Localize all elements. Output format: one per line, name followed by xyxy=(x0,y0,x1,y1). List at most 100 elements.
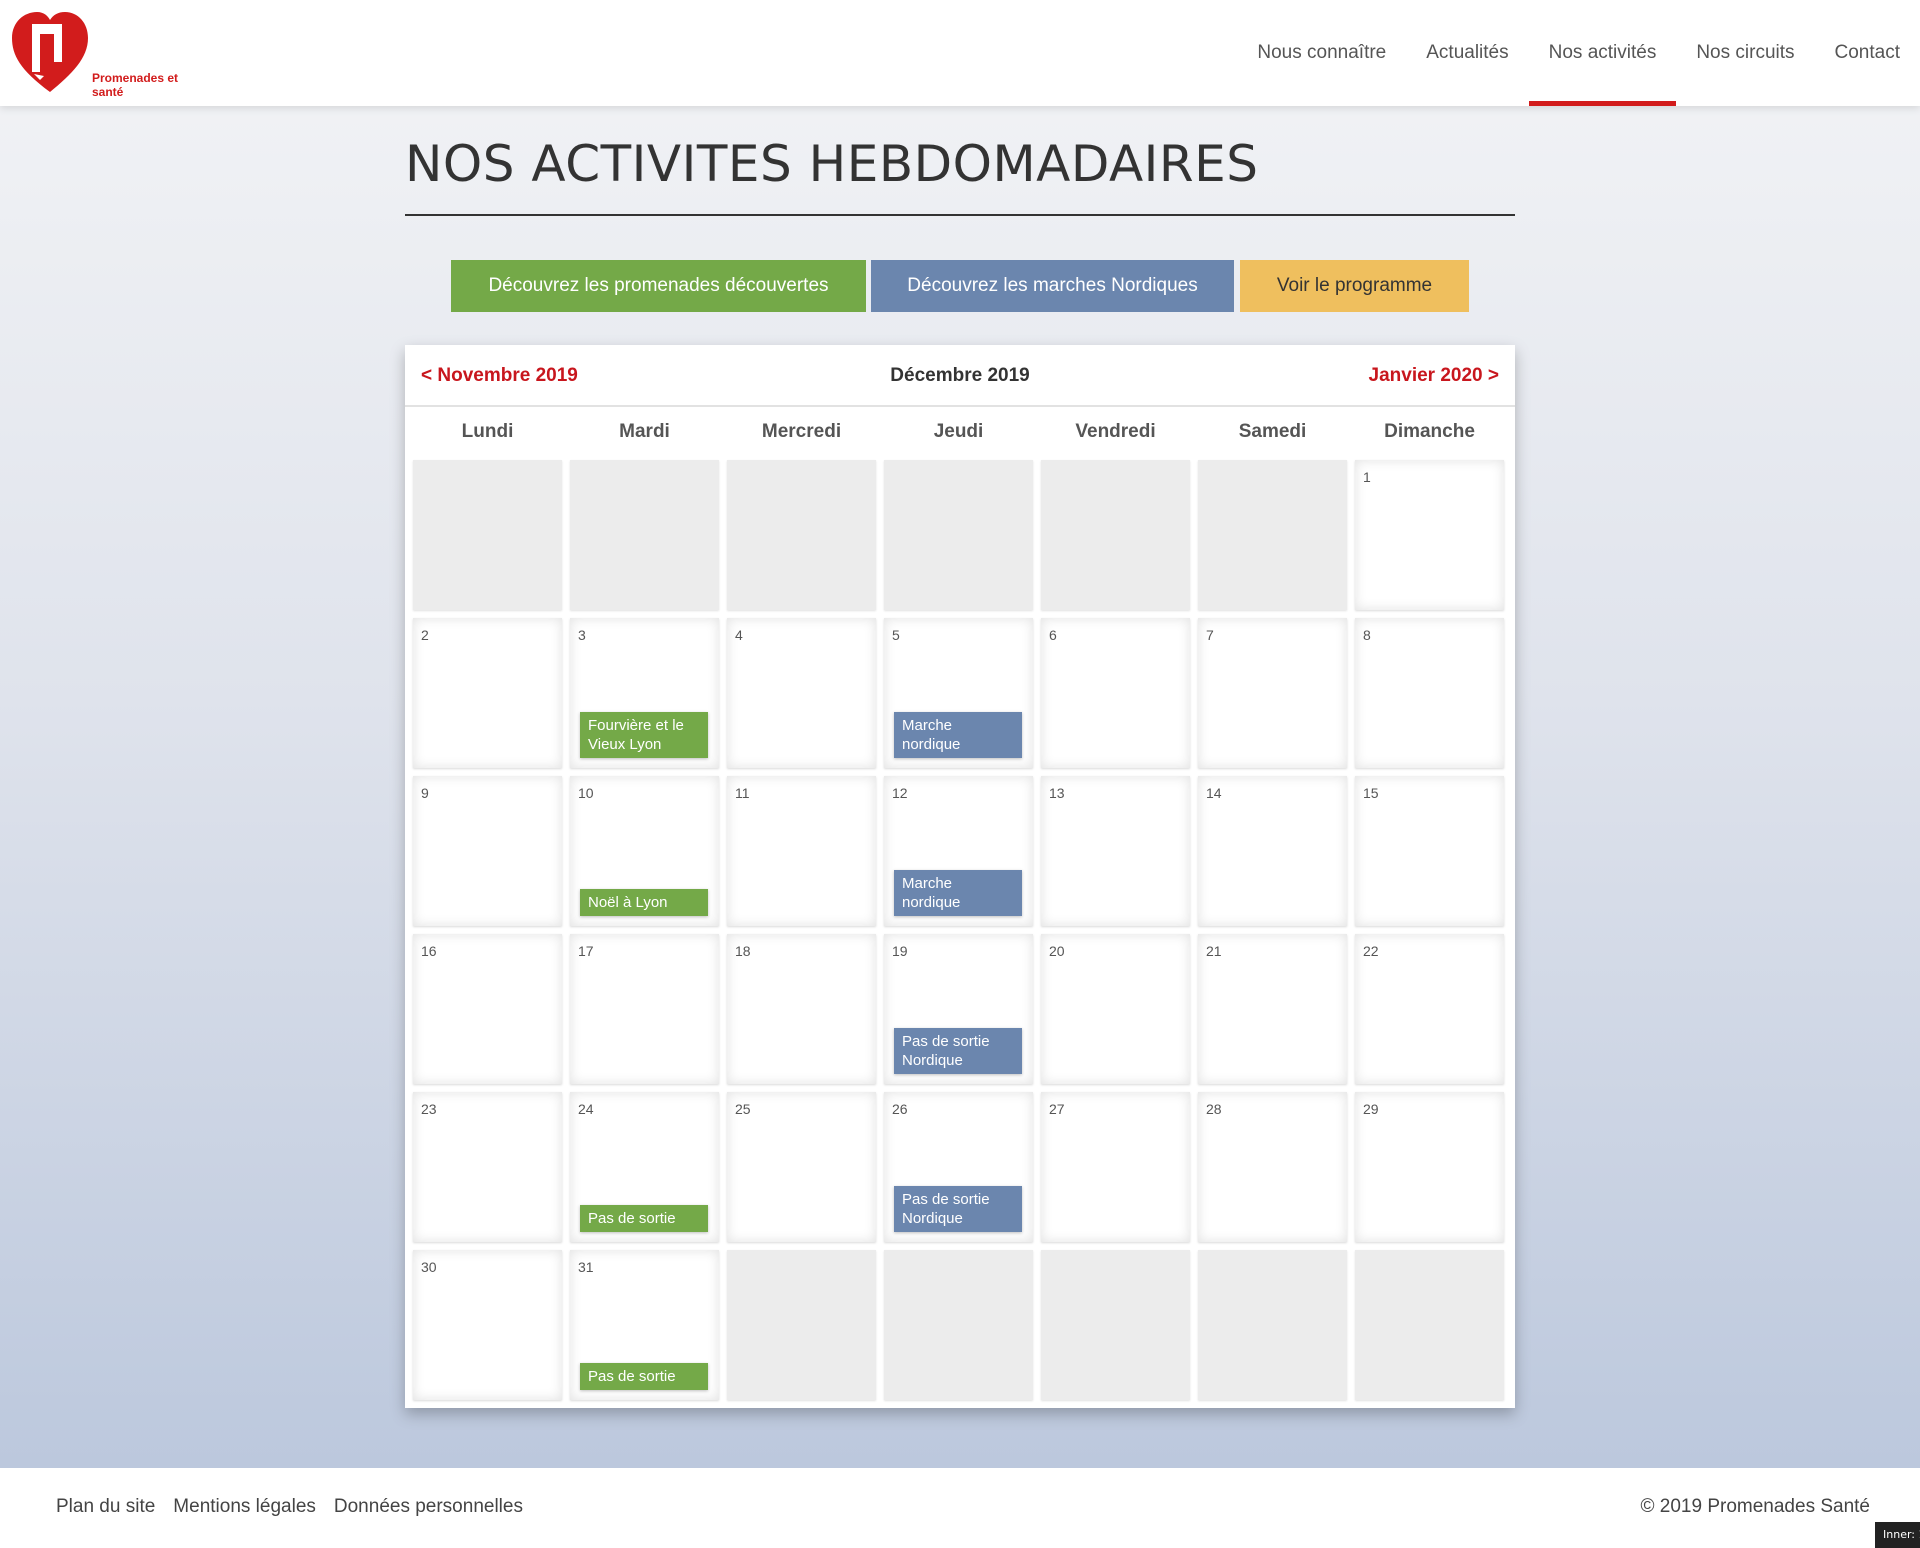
calendar-event[interactable]: Pas de sortie Nordique xyxy=(894,1186,1022,1232)
calendar-day-cell[interactable]: 20 xyxy=(1041,934,1190,1084)
calendar-weekdays: Lundi Mardi Mercredi Jeudi Vendredi Samedi Dim… xyxy=(413,421,1508,451)
weekday-dimanche: Dimanche xyxy=(1384,421,1475,442)
calendar-day-cell[interactable]: 4 xyxy=(727,618,876,768)
calendar-event[interactable]: Marche nordique xyxy=(894,712,1022,758)
calendar-prev-month-link[interactable]: < Novembre 2019 xyxy=(421,365,578,387)
day-number: 30 xyxy=(421,1259,437,1275)
calendar-day-cell[interactable]: 22 xyxy=(1355,934,1504,1084)
calendar-event[interactable]: Pas de sortie xyxy=(580,1363,708,1390)
calendar-event[interactable]: Pas de sortie xyxy=(580,1205,708,1232)
nav-item-nos-activites[interactable]: Nos activités xyxy=(1528,0,1677,106)
calendar-event[interactable]: Pas de sortie Nordique xyxy=(894,1028,1022,1074)
calendar-day-cell[interactable]: 19 Pas de sortie Nordique xyxy=(884,934,1033,1084)
main-nav: Nous connaître Actualités Nos activités … xyxy=(1237,0,1920,106)
calendar: Décembre 2019 < Novembre 2019 Janvier 20… xyxy=(405,345,1515,1408)
day-number: 12 xyxy=(892,785,908,801)
logo-text: Promenades et santé xyxy=(92,71,179,99)
calendar-day-cell[interactable]: 17 xyxy=(570,934,719,1084)
day-number: 25 xyxy=(735,1101,751,1117)
calendar-empty-cell xyxy=(884,1250,1033,1400)
calendar-day-cell[interactable]: 5 Marche nordique xyxy=(884,618,1033,768)
calendar-empty-cell xyxy=(1198,460,1347,610)
nav-item-nos-circuits[interactable]: Nos circuits xyxy=(1676,0,1814,106)
weekday-mardi: Mardi xyxy=(619,421,670,442)
calendar-empty-cell xyxy=(413,460,562,610)
footer-link-plan-du-site[interactable]: Plan du site xyxy=(56,1496,155,1518)
calendar-day-cell[interactable]: 10 Noël à Lyon xyxy=(570,776,719,926)
heart-logo-icon xyxy=(12,12,88,92)
calendar-event[interactable]: Marche nordique xyxy=(894,870,1022,916)
calendar-day-cell[interactable]: 18 xyxy=(727,934,876,1084)
calendar-day-cell[interactable]: 9 xyxy=(413,776,562,926)
day-number: 1 xyxy=(1363,469,1371,485)
day-number: 2 xyxy=(421,627,429,643)
footer-links: Plan du site Mentions légales Données pe… xyxy=(56,1496,523,1518)
weekday-mercredi: Mercredi xyxy=(761,421,842,442)
day-number: 11 xyxy=(735,785,750,801)
calendar-day-cell[interactable]: 30 xyxy=(413,1250,562,1400)
day-number: 10 xyxy=(578,785,594,801)
weekday-samedi: Samedi xyxy=(1238,421,1307,442)
weekday-lundi: Lundi xyxy=(461,421,514,442)
day-number: 29 xyxy=(1363,1101,1379,1117)
calendar-day-cell[interactable]: 16 xyxy=(413,934,562,1084)
calendar-day-cell[interactable]: 13 xyxy=(1041,776,1190,926)
day-number: 3 xyxy=(578,627,586,643)
calendar-next-month-link[interactable]: Janvier 2020 > xyxy=(1369,365,1499,387)
day-number: 24 xyxy=(578,1101,594,1117)
nav-item-contact[interactable]: Contact xyxy=(1815,0,1920,106)
nordiques-button[interactable]: Découvrez les marches Nordiques xyxy=(871,260,1234,312)
day-number: 28 xyxy=(1206,1101,1222,1117)
day-number: 19 xyxy=(892,943,908,959)
calendar-day-cell[interactable]: 14 xyxy=(1198,776,1347,926)
calendar-empty-cell xyxy=(1041,460,1190,610)
calendar-day-cell[interactable]: 1 xyxy=(1355,460,1504,610)
inner-size-badge: Inner: 1 xyxy=(1875,1522,1920,1548)
calendar-day-cell[interactable]: 15 xyxy=(1355,776,1504,926)
day-number: 23 xyxy=(421,1101,437,1117)
nav-item-nous-connaitre[interactable]: Nous connaître xyxy=(1237,0,1406,106)
day-number: 6 xyxy=(1049,627,1057,643)
footer-link-donnees-personnelles[interactable]: Données personnelles xyxy=(334,1496,523,1518)
copyright: © 2019 Promenades Santé xyxy=(1640,1496,1870,1517)
day-number: 27 xyxy=(1049,1101,1065,1117)
programme-button[interactable]: Voir le programme xyxy=(1240,260,1469,312)
calendar-day-cell[interactable]: 29 xyxy=(1355,1092,1504,1242)
day-number: 18 xyxy=(735,943,751,959)
day-number: 15 xyxy=(1363,785,1379,801)
calendar-day-cell[interactable]: 7 xyxy=(1198,618,1347,768)
calendar-day-cell[interactable]: 11 xyxy=(727,776,876,926)
calendar-day-cell[interactable]: 27 xyxy=(1041,1092,1190,1242)
day-number: 7 xyxy=(1206,627,1214,643)
calendar-day-cell[interactable]: 3 Fourvière et le Vieux Lyon xyxy=(570,618,719,768)
day-number: 5 xyxy=(892,627,900,643)
day-number: 21 xyxy=(1206,943,1222,959)
calendar-day-cell[interactable]: 31 Pas de sortie xyxy=(570,1250,719,1400)
calendar-empty-cell xyxy=(1041,1250,1190,1400)
calendar-day-cell[interactable]: 24 Pas de sortie xyxy=(570,1092,719,1242)
calendar-empty-cell xyxy=(727,1250,876,1400)
calendar-day-cell[interactable]: 21 xyxy=(1198,934,1347,1084)
calendar-day-cell[interactable]: 8 xyxy=(1355,618,1504,768)
day-number: 13 xyxy=(1049,785,1065,801)
day-number: 22 xyxy=(1363,943,1379,959)
footer-link-mentions-legales[interactable]: Mentions légales xyxy=(173,1496,316,1518)
weekday-vendredi: Vendredi xyxy=(1075,421,1156,442)
calendar-day-cell[interactable]: 26 Pas de sortie Nordique xyxy=(884,1092,1033,1242)
calendar-day-cell[interactable]: 28 xyxy=(1198,1092,1347,1242)
calendar-day-cell[interactable]: 25 xyxy=(727,1092,876,1242)
calendar-day-cell[interactable]: 2 xyxy=(413,618,562,768)
day-number: 26 xyxy=(892,1101,908,1117)
calendar-header: Décembre 2019 < Novembre 2019 Janvier 20… xyxy=(405,345,1515,407)
day-number: 20 xyxy=(1049,943,1065,959)
site-logo[interactable]: Promenades et santé xyxy=(10,10,210,99)
calendar-day-cell[interactable]: 12 Marche nordique xyxy=(884,776,1033,926)
calendar-event[interactable]: Fourvière et le Vieux Lyon xyxy=(580,712,708,758)
day-number: 14 xyxy=(1206,785,1222,801)
nav-item-actualites[interactable]: Actualités xyxy=(1406,0,1528,106)
calendar-day-cell[interactable]: 23 xyxy=(413,1092,562,1242)
promenades-button[interactable]: Découvrez les promenades découvertes xyxy=(451,260,866,312)
day-number: 9 xyxy=(421,785,429,801)
calendar-day-cell[interactable]: 6 xyxy=(1041,618,1190,768)
calendar-event[interactable]: Noël à Lyon xyxy=(580,889,708,916)
